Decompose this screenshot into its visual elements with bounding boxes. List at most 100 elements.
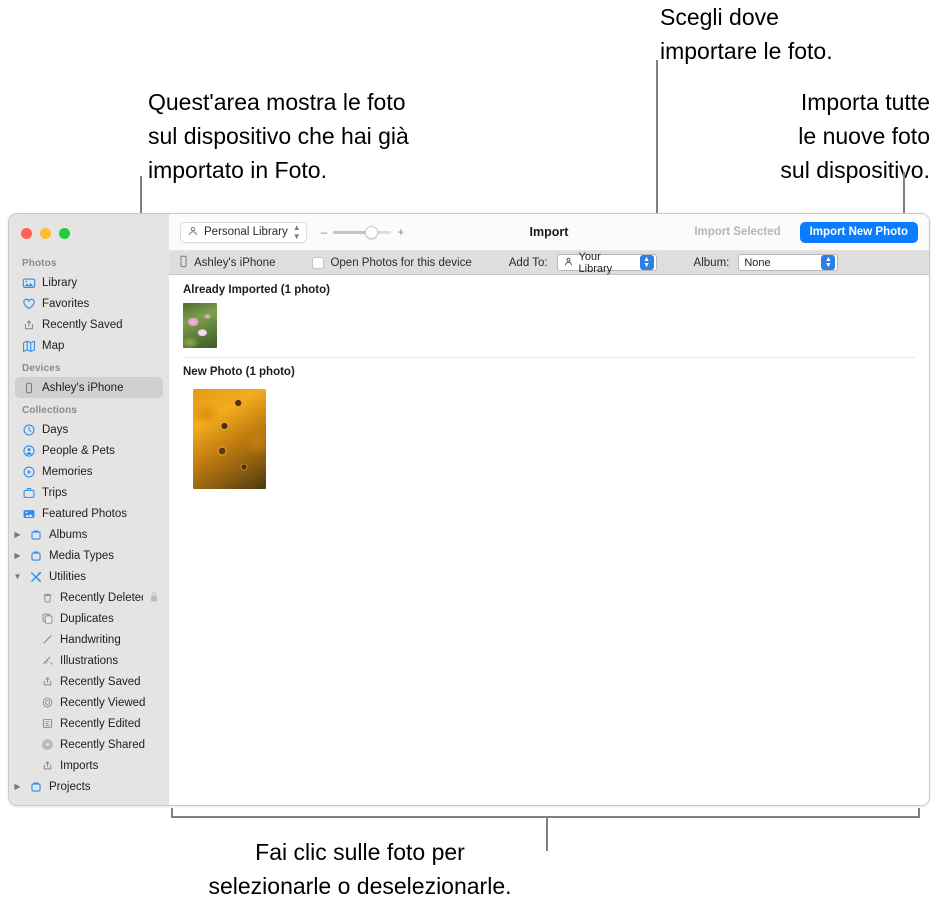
sidebar-item-label: Library [42, 276, 78, 289]
group-title: New Photo (1 photo) [183, 366, 295, 378]
chevron-up-down-icon[interactable]: ▲ ▼ [639, 255, 654, 270]
import-content: Already Imported (1 photo) New Photo (1 … [169, 275, 929, 805]
sidebar-item-label: Albums [49, 528, 88, 541]
chevron-right-icon[interactable]: ▶ [13, 551, 22, 560]
chevron-up-down-icon: ▲ ▼ [292, 223, 301, 241]
sidebar-item-library[interactable]: Library [9, 272, 169, 293]
sidebar-item-label: Projects [49, 780, 91, 793]
library-picker-label: Personal Library [204, 226, 288, 238]
trash-icon [40, 591, 54, 605]
edited-icon [40, 717, 54, 731]
callout-choose-destination: Scegli dove importare le foto. [660, 4, 833, 64]
sidebar-item-label: Ashley's iPhone [42, 381, 124, 394]
person-icon [563, 256, 574, 270]
folder-icon [29, 780, 43, 794]
trips-icon [22, 486, 36, 500]
import-new-photo-button[interactable]: Import New Photo [799, 221, 918, 243]
sidebar-item-label: Map [42, 339, 65, 352]
sidebar-item-favorites[interactable]: Favorites [9, 293, 169, 314]
sidebar-item-projects[interactable]: ▶ Projects [9, 776, 169, 797]
zoom-button[interactable] [59, 228, 70, 239]
sidebar-item-trips[interactable]: Trips [9, 482, 169, 503]
sidebar-item-label: Recently Deleted [60, 591, 143, 604]
iphone-icon [22, 381, 36, 395]
close-button[interactable] [21, 228, 32, 239]
minimize-button[interactable] [40, 228, 51, 239]
shared-icon [40, 738, 54, 752]
sidebar-item-duplicates[interactable]: Duplicates [9, 608, 169, 629]
sidebar-item-albums[interactable]: ▶ Albums [9, 524, 169, 545]
sidebar-item-recently-shared[interactable]: Recently Shared [9, 734, 169, 755]
sidebar-item-utilities[interactable]: ▼ Utilities [9, 566, 169, 587]
library-icon [22, 276, 36, 290]
sidebar-item-memories[interactable]: Memories [9, 461, 169, 482]
sidebar-item-handwriting[interactable]: Handwriting [9, 629, 169, 650]
sidebar: Photos Library Favorites Recently Saved … [9, 214, 169, 805]
sidebar-item-label: People & Pets [42, 444, 115, 457]
device-indicator: Ashley's iPhone [178, 255, 275, 271]
library-picker[interactable]: Personal Library ▲ ▼ [180, 221, 307, 243]
photos-app-window: Photos Library Favorites Recently Saved … [8, 213, 930, 806]
sidebar-item-label: Recently Viewed [60, 696, 146, 709]
viewed-icon [40, 696, 54, 710]
callout-already-imported-area: Quest'area mostra le foto sul dispositiv… [148, 89, 409, 183]
sidebar-item-featured-photos[interactable]: Featured Photos [9, 503, 169, 524]
toolbar: Personal Library ▲ ▼ – + Import Import Se… [169, 214, 929, 251]
chevron-right-icon[interactable]: ▶ [13, 782, 22, 791]
zoom-out-label[interactable]: – [321, 225, 328, 239]
chevron-down-icon[interactable]: ▼ [13, 572, 22, 581]
sidebar-item-recently-viewed[interactable]: Recently Viewed [9, 692, 169, 713]
album-popup[interactable]: None ▲ ▼ [738, 254, 839, 271]
sidebar-item-illustrations[interactable]: Illustrations [9, 650, 169, 671]
window-traffic-lights [9, 220, 169, 251]
sidebar-item-label: Utilities [49, 570, 87, 583]
add-to-popup[interactable]: Your Library ▲ ▼ [556, 251, 657, 275]
illustrations-icon [40, 654, 54, 668]
leader-bottom-bracket-left [171, 808, 173, 818]
device-name-label: Ashley's iPhone [194, 256, 276, 269]
main-pane: Personal Library ▲ ▼ – + Import Import Se… [169, 214, 929, 805]
sidebar-item-label: Trips [42, 486, 68, 499]
sidebar-item-label: Recently Edited [60, 717, 141, 730]
sidebar-item-days[interactable]: Days [9, 419, 169, 440]
zoom-slider[interactable] [333, 225, 392, 239]
leader-bottom-bracket-right [918, 808, 920, 818]
photo-thumbnail-orange-sunflowers[interactable] [193, 389, 266, 489]
photo-grid [169, 303, 929, 348]
sidebar-item-people-and-pets[interactable]: People & Pets [9, 440, 169, 461]
album-label: Album: [693, 256, 730, 269]
add-to-label: Add To: [508, 256, 548, 269]
chevron-up-down-icon[interactable]: ▲ ▼ [821, 255, 836, 270]
sidebar-item-recently-deleted[interactable]: Recently Deleted [9, 587, 169, 608]
sidebar-item-recently-edited[interactable]: Recently Edited [9, 713, 169, 734]
import-selected-button[interactable]: Import Selected [684, 222, 790, 243]
save-icon [40, 759, 54, 773]
callout-import-all: Importa tutte le nuove foto sul disposit… [780, 89, 930, 183]
group-title: Already Imported (1 photo) [183, 284, 330, 296]
sidebar-item-label: Recently Saved [60, 675, 141, 688]
leader-line-click-photos [546, 818, 548, 851]
group-divider [183, 357, 915, 358]
sidebar-item-map[interactable]: Map [9, 335, 169, 356]
open-photos-checkbox[interactable] [312, 256, 325, 269]
zoom-slider-knob[interactable] [365, 225, 379, 239]
sidebar-item-imports[interactable]: Imports [9, 755, 169, 776]
sidebar-item-media-types[interactable]: ▶ Media Types [9, 545, 169, 566]
utilities-icon [29, 570, 43, 584]
sidebar-section-devices: Devices [22, 363, 61, 374]
sidebar-item-recently-saved-utilities[interactable]: Recently Saved [9, 671, 169, 692]
sidebar-item-label: Illustrations [60, 654, 119, 667]
album-value: None [744, 256, 771, 269]
zoom-in-label[interactable]: + [397, 225, 404, 239]
save-icon [22, 318, 36, 332]
add-to-value: Your Library [578, 250, 613, 275]
sidebar-item-recently-saved[interactable]: Recently Saved [9, 314, 169, 335]
sidebar-item-label: Imports [60, 759, 99, 772]
chevron-right-icon[interactable]: ▶ [13, 530, 22, 539]
duplicates-icon [40, 612, 54, 626]
zoom-slider-group[interactable]: – + [321, 225, 405, 239]
photo-thumbnail-pink-flowers[interactable] [183, 303, 217, 348]
photo-grid [169, 385, 929, 489]
sidebar-item-ashleys-iphone[interactable]: Ashley's iPhone [15, 377, 163, 398]
open-photos-checkbox-group[interactable]: Open Photos for this device [312, 256, 472, 269]
